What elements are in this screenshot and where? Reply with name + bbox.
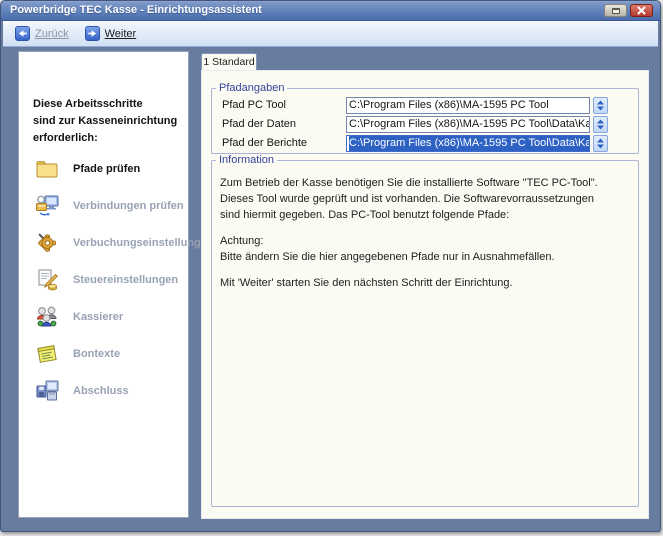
step-label: Verbindungen prüfen [73,200,184,212]
input-value: C:\Program Files (x86)\MA-1595 PC Tool [349,98,549,113]
info-line: Dieses Tool wurde geprüft und ist vorhan… [220,191,632,207]
title-bar: Powerbridge TEC Kasse - Einrichtungsassi… [1,1,660,21]
window-title: Powerbridge TEC Kasse - Einrichtungsassi… [10,4,262,16]
next-button-label: Weiter [105,28,137,40]
path-groupbox: Pfadangaben Pfad PC Tool C:\Program File… [211,88,639,154]
tab-standard[interactable]: 1 Standard [201,53,257,71]
field-label: Pfad der Daten [222,116,296,133]
field-row-pc-tool: Pfad PC Tool C:\Program Files (x86)\MA-1… [212,97,638,114]
berichte-path-input[interactable]: C:\Program Files (x86)\MA-1595 PC Tool\D… [346,135,590,152]
daten-path-spinner[interactable] [593,116,608,133]
input-value-selected: C:\Program Files (x86)\MA-1595 PC Tool\D… [349,136,590,151]
connection-check-icon [34,193,60,218]
window-controls [604,4,653,17]
cashiers-icon [34,304,60,329]
restore-icon [612,8,620,14]
step-label: Steuereinstellungen [73,274,178,286]
field-label: Pfad PC Tool [222,97,286,114]
main-panel: Pfadangaben Pfad PC Tool C:\Program File… [201,70,649,519]
step-pfade-pruefen: Pfade prüfen [19,150,188,187]
step-label: Pfade prüfen [73,163,140,175]
tax-settings-icon [34,267,60,292]
info-line: sind hiermit gegeben. Das PC-Tool benutz… [220,207,632,223]
intro-line: sind zur Kasseneinrichtung [33,113,182,130]
info-line-blank [220,265,632,275]
receipt-note-icon [34,341,60,366]
back-button[interactable]: Zurück [15,26,69,41]
folder-icon [34,156,60,181]
step-verbuchungseinstellungen: Verbuchungseinstellungen [19,224,188,261]
step-label: Abschluss [73,385,129,397]
info-line: Zum Betrieb der Kasse benötigen Sie die … [220,175,632,191]
info-line: Achtung: [220,233,632,249]
next-button[interactable]: Weiter [85,26,137,41]
wizard-toolbar: Zurück Weiter [3,21,658,47]
field-label: Pfad der Berichte [222,135,307,152]
step-kassierer: Kassierer [19,298,188,335]
field-row-berichte: Pfad der Berichte C:\Program Files (x86)… [212,135,638,152]
intro-line: Diese Arbeitsschritte [33,96,182,113]
path-group-title: Pfadangaben [216,82,287,94]
close-icon [637,6,646,15]
step-label: Verbuchungseinstellungen [73,237,214,249]
input-value: C:\Program Files (x86)\MA-1595 PC Tool\D… [349,117,590,132]
arrow-left-icon [15,26,30,41]
intro-line: erforderlich: [33,130,182,147]
up-down-arrows-icon [596,138,605,149]
step-label: Bontexte [73,348,120,360]
step-bontexte: Bontexte [19,335,188,372]
info-text: Zum Betrieb der Kasse benötigen Sie die … [220,175,632,291]
step-label: Kassierer [73,311,123,323]
daten-path-input[interactable]: C:\Program Files (x86)\MA-1595 PC Tool\D… [346,116,590,133]
restore-button[interactable] [604,4,627,17]
info-groupbox: Information Zum Betrieb der Kasse benöti… [211,160,639,507]
info-line: Mit 'Weiter' starten Sie den nächsten Sc… [220,275,632,291]
finish-computer-icon [34,378,60,403]
steps-list: Pfade prüfen [19,150,188,409]
step-abschluss: Abschluss [19,372,188,409]
sidebar-intro: Diese Arbeitsschritte sind zur Kassenein… [33,96,182,147]
info-line: Bitte ändern Sie die hier angegebenen Pf… [220,249,632,265]
info-group-title: Information [216,154,277,166]
up-down-arrows-icon [596,119,605,130]
arrow-right-icon [85,26,100,41]
wizard-window: Powerbridge TEC Kasse - Einrichtungsassi… [0,0,661,532]
step-verbindungen-pruefen: Verbindungen prüfen [19,187,188,224]
gear-wrench-icon [34,230,60,255]
close-button[interactable] [630,4,653,17]
pc-tool-path-spinner[interactable] [593,97,608,114]
steps-sidebar: Diese Arbeitsschritte sind zur Kassenein… [18,51,189,518]
field-row-daten: Pfad der Daten C:\Program Files (x86)\MA… [212,116,638,133]
berichte-path-spinner[interactable] [593,135,608,152]
pc-tool-path-input[interactable]: C:\Program Files (x86)\MA-1595 PC Tool [346,97,590,114]
info-line-blank [220,223,632,233]
back-button-label: Zurück [35,28,69,40]
step-steuereinstellungen: Steuereinstellungen [19,261,188,298]
up-down-arrows-icon [596,100,605,111]
